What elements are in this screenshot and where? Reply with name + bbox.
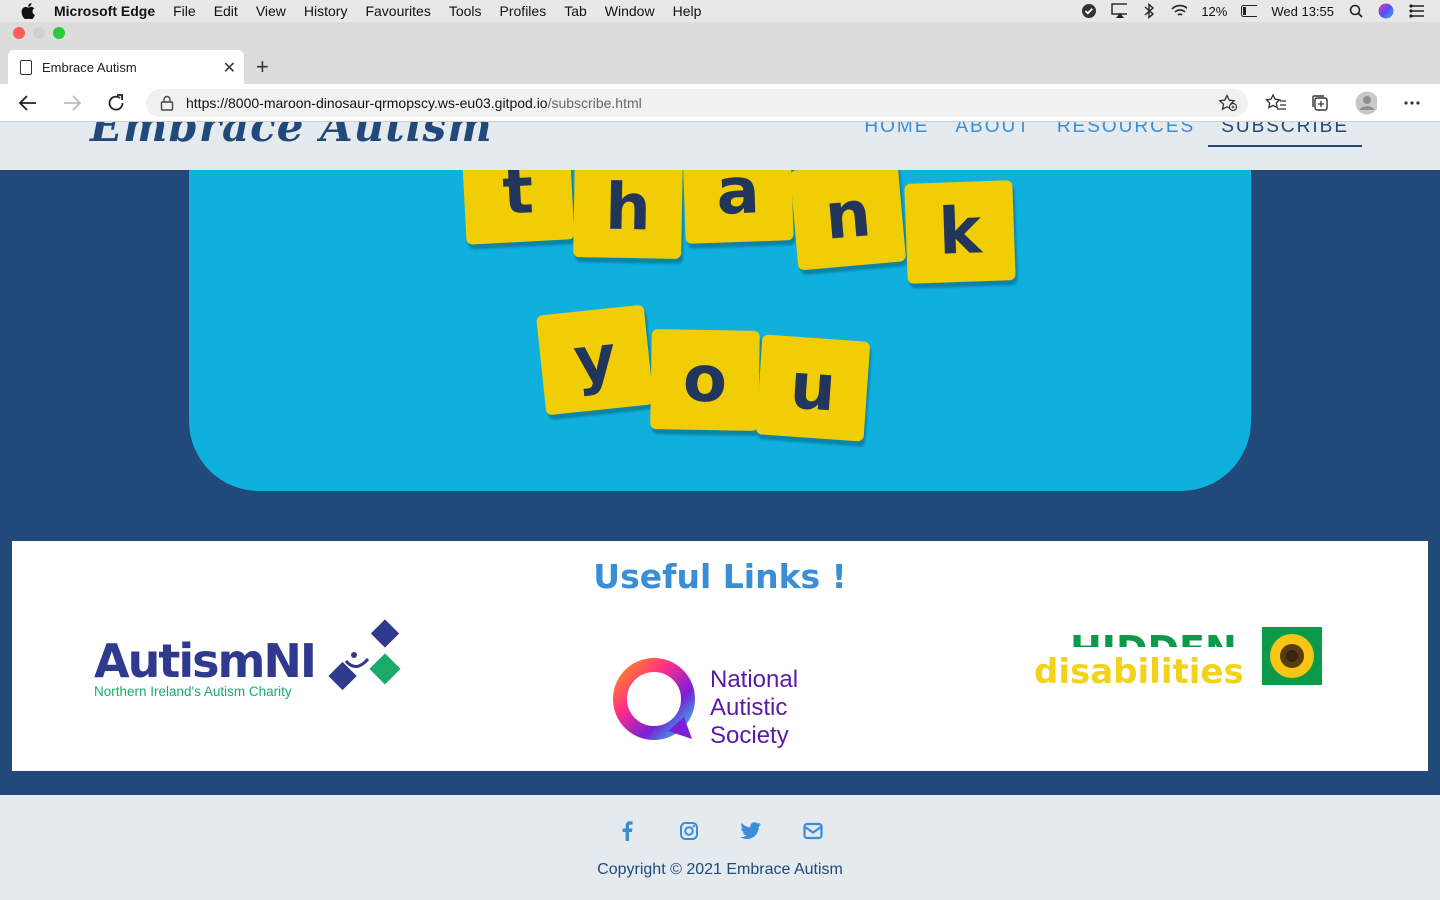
profile-avatar[interactable] [1355, 91, 1377, 115]
macos-menubar: Microsoft Edge File Edit View History Fa… [0, 0, 1440, 22]
reload-button[interactable] [105, 92, 127, 114]
letter-tile: n [789, 170, 907, 271]
useful-links-title: Useful Links ! [593, 557, 847, 596]
letter-tile: o [650, 329, 760, 431]
control-center-icon[interactable] [1408, 3, 1424, 19]
airplay-icon[interactable] [1111, 3, 1128, 19]
menu-edit[interactable]: Edit [214, 3, 238, 19]
useful-links-section: Useful Links ! AutismNI Northern Ireland… [12, 541, 1428, 771]
letter-tile: a [682, 170, 794, 244]
page-icon [20, 59, 32, 75]
spotlight-search-icon[interactable] [1348, 3, 1364, 19]
menu-tools[interactable]: Tools [449, 3, 482, 19]
menu-app-name[interactable]: Microsoft Edge [54, 3, 155, 19]
autism-ni-wordmark: AutismNI [94, 634, 315, 688]
site-logo[interactable]: Embrace Autism [90, 122, 493, 151]
national-autistic-society-logo[interactable]: National Autistic Society [610, 657, 820, 749]
add-favourite-icon[interactable] [1218, 93, 1238, 115]
letter-tile: y [536, 304, 654, 416]
sunflower-icon [1270, 634, 1314, 678]
site-footer: Copyright © 2021 Embrace Autism [0, 795, 1440, 900]
letter-tile: u [755, 334, 871, 442]
menubar-status-area: 12% Wed 13:55 [1081, 0, 1424, 22]
instagram-icon[interactable] [677, 819, 701, 843]
siri-icon[interactable] [1378, 3, 1394, 19]
tab-close-icon[interactable]: ✕ [223, 58, 236, 78]
menu-window[interactable]: Window [605, 3, 655, 19]
back-button[interactable] [17, 92, 39, 114]
browser-toolbar: https://8000-maroon-dinosaur-qrmopscy.ws… [0, 84, 1440, 122]
bluetooth-icon[interactable] [1141, 3, 1157, 19]
window-minimize-button[interactable] [33, 27, 45, 39]
more-options-icon[interactable] [1401, 92, 1423, 114]
apple-menu-icon[interactable] [20, 3, 36, 19]
nas-line2: Autistic [710, 694, 787, 721]
window-zoom-button[interactable] [53, 27, 65, 39]
favourites-icon[interactable] [1265, 92, 1287, 114]
nav-about[interactable]: ABOUT [942, 122, 1043, 147]
forward-button[interactable] [61, 92, 83, 114]
email-icon[interactable] [801, 819, 825, 843]
url-host: https://8000-maroon-dinosaur-qrmopscy.ws… [186, 95, 548, 111]
browser-tab-active[interactable]: Embrace Autism ✕ [8, 50, 244, 84]
web-page: Embrace Autism HOME ABOUT RESOURCES SUBS… [0, 122, 1440, 900]
disabilities-wordmark: disabilities [1034, 652, 1244, 692]
menu-profiles[interactable]: Profiles [500, 3, 547, 19]
url-path: /subscribe.html [547, 95, 642, 111]
menubar-clock[interactable]: Wed 13:55 [1271, 4, 1334, 19]
twitter-icon[interactable] [739, 819, 763, 843]
menu-file[interactable]: File [173, 3, 196, 19]
hidden-disabilities-logo[interactable]: HIDDEN disabilities [1032, 623, 1332, 693]
battery-icon[interactable] [1241, 3, 1258, 19]
nav-home[interactable]: HOME [851, 122, 942, 147]
facebook-icon[interactable] [615, 819, 639, 843]
nav-subscribe[interactable]: SUBSCRIBE [1208, 122, 1362, 147]
address-bar[interactable]: https://8000-maroon-dinosaur-qrmopscy.ws… [146, 89, 1248, 117]
autism-ni-logo[interactable]: AutismNI Northern Ireland's Autism Chari… [92, 619, 402, 701]
copyright-text: Copyright © 2021 Embrace Autism [597, 861, 843, 878]
tab-title: Embrace Autism [42, 59, 137, 75]
lock-icon[interactable] [160, 95, 174, 111]
menu-tab[interactable]: Tab [564, 3, 587, 19]
menu-favourites[interactable]: Favourites [365, 3, 430, 19]
collections-icon[interactable] [1309, 92, 1331, 114]
site-header: Embrace Autism HOME ABOUT RESOURCES SUBS… [0, 122, 1440, 170]
nas-line1: National [710, 666, 798, 693]
site-nav: HOME ABOUT RESOURCES SUBSCRIBE [851, 122, 1362, 147]
checkmark-status-icon[interactable] [1081, 3, 1097, 19]
autism-ni-tagline: Northern Ireland's Autism Charity [94, 684, 292, 699]
browser-tabbar: Embrace Autism ✕ + [0, 44, 1440, 84]
window-close-button[interactable] [13, 27, 25, 39]
social-links [0, 819, 1440, 843]
menu-view[interactable]: View [256, 3, 286, 19]
battery-percentage: 12% [1201, 3, 1228, 19]
letter-tile: k [904, 180, 1016, 284]
nas-line3: Society [710, 722, 789, 749]
menu-history[interactable]: History [304, 3, 348, 19]
wifi-icon[interactable] [1171, 3, 1188, 19]
new-tab-button[interactable]: + [256, 54, 269, 80]
thank-you-hero-image: t h a n k y o u [189, 170, 1251, 491]
letter-tile: t [461, 170, 575, 245]
letter-tile: h [573, 170, 683, 259]
window-titlebar [0, 22, 1440, 44]
nav-resources[interactable]: RESOURCES [1044, 122, 1208, 147]
menu-help[interactable]: Help [673, 3, 702, 19]
